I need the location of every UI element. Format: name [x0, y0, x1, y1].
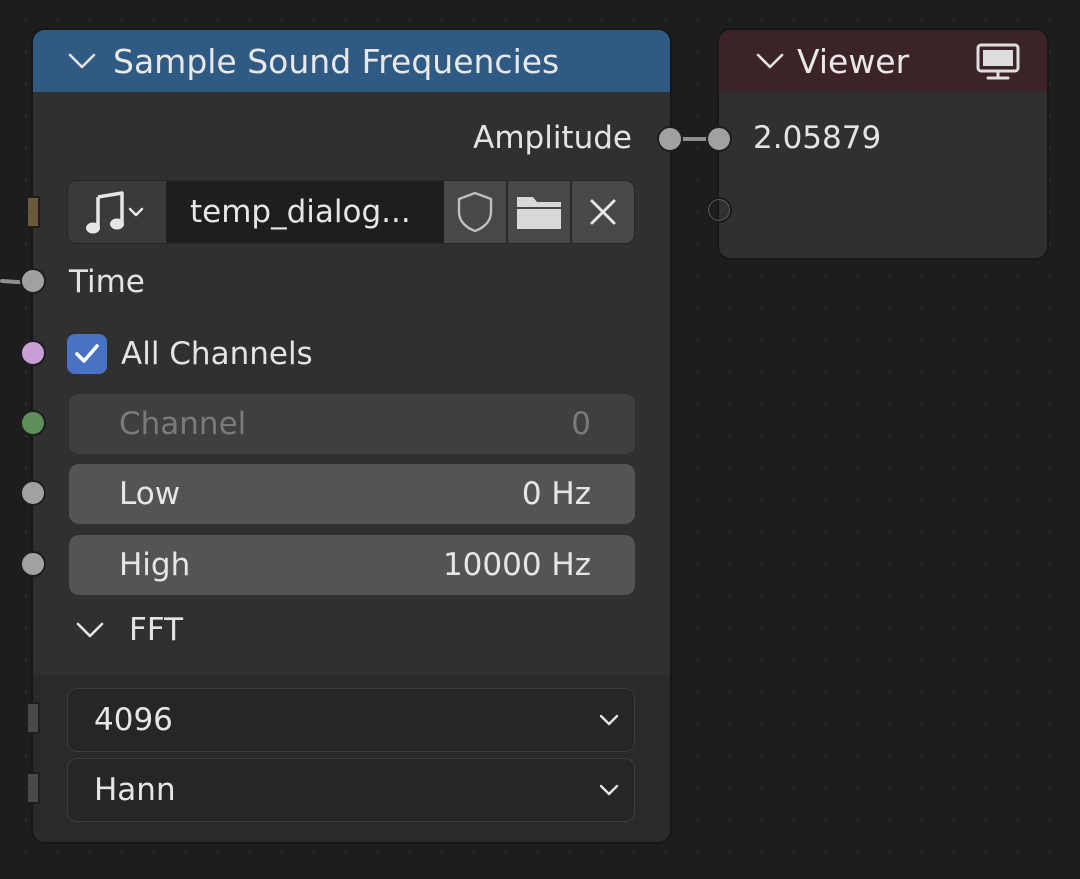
music-note-icon: [86, 191, 144, 234]
channel-field[interactable]: Channel 0: [69, 394, 635, 454]
sound-input-socket[interactable]: [26, 196, 40, 228]
all-channels-input-socket[interactable]: [20, 340, 46, 366]
amplitude-output-socket[interactable]: [657, 126, 683, 152]
low-value: 0 Hz: [521, 476, 591, 512]
fft-window-value: Hann: [94, 772, 176, 808]
viewer-node[interactable]: Viewer 2.05879: [717, 28, 1049, 260]
all-channels-checkbox[interactable]: [67, 334, 107, 374]
channel-value: 0: [571, 406, 591, 442]
close-icon: [590, 199, 616, 225]
sample-sound-frequencies-node[interactable]: Sample Sound Frequencies Amplitude temp_…: [31, 28, 672, 844]
all-channels-label: All Channels: [121, 336, 313, 372]
fft-window-dropdown[interactable]: Hann: [67, 758, 635, 822]
high-value: 10000 Hz: [442, 547, 591, 583]
checkmark-icon: [75, 344, 99, 363]
node-header[interactable]: Viewer: [719, 30, 1047, 92]
monitor-icon[interactable]: [975, 42, 1021, 82]
node-title: Sample Sound Frequencies: [113, 41, 560, 81]
amplitude-output-label: Amplitude: [473, 120, 632, 156]
low-frequency-field[interactable]: Low 0 Hz: [69, 464, 635, 524]
chevron-down-icon[interactable]: [755, 51, 785, 71]
fft-size-dropdown[interactable]: 4096: [67, 688, 635, 752]
fft-size-value: 4096: [94, 702, 173, 738]
time-input-label: Time: [69, 264, 145, 300]
sound-file-selector[interactable]: temp_dialog...: [67, 180, 635, 244]
chevron-down-icon[interactable]: [67, 51, 97, 71]
channel-input-socket[interactable]: [20, 410, 46, 436]
fft-panel-label: FFT: [129, 612, 184, 648]
fft-size-input-socket[interactable]: [26, 702, 40, 734]
fft-window-input-socket[interactable]: [26, 772, 40, 804]
node-header[interactable]: Sample Sound Frequencies: [33, 30, 670, 92]
fft-panel-header[interactable]: FFT: [75, 612, 183, 648]
chevron-down-icon: [599, 714, 619, 726]
time-input-socket[interactable]: [20, 268, 46, 294]
channel-label: Channel: [119, 406, 247, 442]
sound-browse-button[interactable]: [68, 181, 166, 243]
viewer-empty-input-socket[interactable]: [706, 197, 732, 223]
unlink-sound-button[interactable]: [570, 181, 634, 243]
viewer-value-input-socket[interactable]: [706, 126, 732, 152]
high-input-socket[interactable]: [20, 551, 46, 577]
low-label: Low: [119, 476, 181, 512]
fake-user-button[interactable]: [444, 181, 506, 243]
folder-icon: [517, 197, 561, 229]
chevron-down-icon: [599, 784, 619, 796]
high-label: High: [119, 547, 191, 583]
chevron-down-icon: [76, 622, 104, 638]
sound-filename-field[interactable]: temp_dialog...: [166, 181, 444, 243]
viewer-value: 2.05879: [753, 120, 882, 156]
high-frequency-field[interactable]: High 10000 Hz: [69, 535, 635, 595]
sound-filename: temp_dialog...: [190, 194, 411, 230]
shield-icon: [457, 191, 493, 233]
node-title: Viewer: [797, 41, 910, 81]
low-input-socket[interactable]: [20, 480, 46, 506]
open-file-button[interactable]: [506, 181, 570, 243]
